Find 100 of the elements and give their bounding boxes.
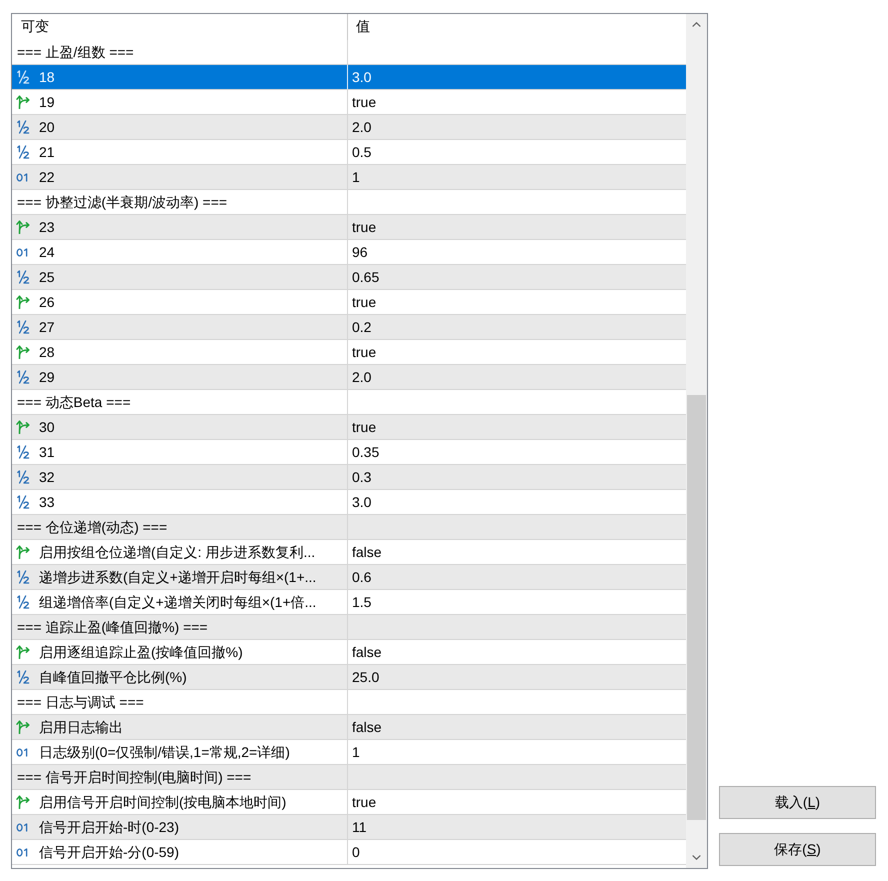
parameter-value: 0 [352,844,360,860]
group-heading: === 日志与调试 === [17,694,144,710]
parameter-value: 0.3 [352,468,372,486]
parameter-value: true [352,794,376,810]
table-row[interactable]: 自峰值回撤平仓比例(%) 25.0 [12,665,686,690]
parameter-name: 27 [39,318,55,336]
parameter-name: 递增步进系数(自定义+递增开启时每组×(1+... [39,568,316,586]
parameter-value: 0.65 [352,268,380,286]
branch-arrow-icon [16,420,30,434]
parameter-name: 33 [39,494,55,510]
table-row[interactable]: 组递增倍率(自定义+递增关闭时每组×(1+倍... 1.5 [12,590,686,615]
table-row[interactable]: 21 0.5 [12,140,686,165]
table-row[interactable]: 启用日志输出 false [12,715,686,740]
parameter-value: 1.5 [352,594,372,610]
parameter-value: 0.6 [352,568,372,586]
table-row[interactable]: === 追踪止盈(峰值回撤%) === [12,615,686,640]
parameter-value: true [352,294,376,310]
fraction-icon [16,70,30,84]
table-row[interactable]: 日志级别(0=仅强制/错误,1=常规,2=详细) 1 [12,740,686,765]
parameter-name: 29 [39,368,55,386]
scrollbar-thumb[interactable] [687,395,706,820]
table-row[interactable]: 递增步进系数(自定义+递增开启时每组×(1+... 0.6 [12,565,686,590]
table-row[interactable]: 29 2.0 [12,365,686,390]
parameter-name: 启用日志输出 [39,718,123,736]
parameter-value: true [352,344,376,360]
parameter-value: 11 [352,818,367,836]
branch-arrow-icon [16,545,30,559]
branch-arrow-icon [16,645,30,659]
dialog-button[interactable]: 载入(L) [719,786,876,819]
table-row[interactable]: 信号开启开始-分(0-59) 0 [12,840,686,865]
table-row[interactable]: === 仓位递增(动态) === [12,515,686,540]
table-row[interactable]: 33 3.0 [12,490,686,515]
parameter-value: 2.0 [352,118,372,136]
parameter-name: 23 [39,218,55,236]
fraction-icon [16,470,30,484]
parameter-name: 自峰值回撤平仓比例(%) [39,668,187,686]
fraction-icon [16,270,30,284]
parameter-value: 96 [352,244,368,260]
table-row[interactable]: 信号开启开始-时(0-23) 11 [12,815,686,840]
parameter-name: 24 [39,244,55,260]
parameter-name: 信号开启开始-时(0-23) [39,818,180,836]
chevron-down-icon [692,855,701,860]
parameter-name: 30 [39,418,55,436]
table-row[interactable]: 28 true [12,340,686,365]
parameter-name: 日志级别(0=仅强制/错误,1=常规,2=详细) [39,744,290,760]
table-row[interactable]: 19 true [12,90,686,115]
table-row[interactable]: 31 0.35 [12,440,686,465]
parameter-name: 组递增倍率(自定义+递增关闭时每组×(1+倍... [39,594,316,610]
fraction-icon [16,370,30,384]
parameter-name: 启用按组仓位递增(自定义: 用步进系数复利... [39,544,316,560]
branch-arrow-icon [16,95,30,109]
parameter-name: 19 [39,94,55,110]
parameter-name: 22 [39,168,55,186]
table-row[interactable]: 启用按组仓位递增(自定义: 用步进系数复利... false [12,540,686,565]
branch-arrow-icon [16,220,30,234]
parameter-name: 启用逐组追踪止盈(按峰值回撤%) [39,644,243,660]
parameter-value: 1 [352,744,360,760]
fraction-icon [16,320,30,334]
fraction-icon [16,595,30,609]
parameter-value: true [352,218,376,236]
parameter-value: false [352,544,382,560]
group-heading: === 追踪止盈(峰值回撤%) === [17,618,208,636]
table-row[interactable]: === 信号开启时间控制(电脑时间) === [12,765,686,790]
table-row[interactable]: 27 0.2 [12,315,686,340]
table-row[interactable]: 30 true [12,415,686,440]
table-row[interactable]: === 止盈/组数 === [12,40,686,65]
branch-arrow-icon [16,720,30,734]
parameter-value: 3.0 [352,68,372,86]
parameter-name: 18 [39,68,55,86]
group-heading: === 协整过滤(半衰期/波动率) === [17,194,228,210]
table-row[interactable]: 25 0.65 [12,265,686,290]
table-row[interactable]: 22 1 [12,165,686,190]
table-row[interactable]: 18 3.0 [12,65,686,90]
table-row[interactable]: 20 2.0 [12,115,686,140]
dialog-button[interactable]: 保存(S) [719,833,876,866]
chevron-up-icon [692,22,701,27]
parameter-value: 1 [352,168,360,186]
parameter-value: false [352,644,382,660]
parameter-name: 28 [39,344,55,360]
group-heading: === 止盈/组数 === [17,44,134,60]
parameter-value: false [352,718,382,736]
table-row[interactable]: 24 96 [12,240,686,265]
fraction-icon [16,120,30,134]
table-row[interactable]: 启用逐组追踪止盈(按峰值回撤%) false [12,640,686,665]
table-row[interactable]: 23 true [12,215,686,240]
fraction-icon [16,495,30,509]
parameter-value: 0.2 [352,318,372,336]
table-row[interactable]: === 日志与调试 === [12,690,686,715]
parameter-name: 25 [39,268,55,286]
table-row[interactable]: 启用信号开启时间控制(按电脑本地时间) true [12,790,686,815]
fraction-icon [16,145,30,159]
parameter-name: 26 [39,294,55,310]
table-row[interactable]: 26 true [12,290,686,315]
parameter-name: 20 [39,118,55,136]
table-row[interactable]: 32 0.3 [12,465,686,490]
column-header[interactable]: 值 [348,14,686,40]
table-row[interactable]: === 协整过滤(半衰期/波动率) === [12,190,686,215]
table-row[interactable]: === 动态Beta === [12,390,686,415]
fraction-icon [16,570,30,584]
parameter-value: 25.0 [352,668,380,686]
